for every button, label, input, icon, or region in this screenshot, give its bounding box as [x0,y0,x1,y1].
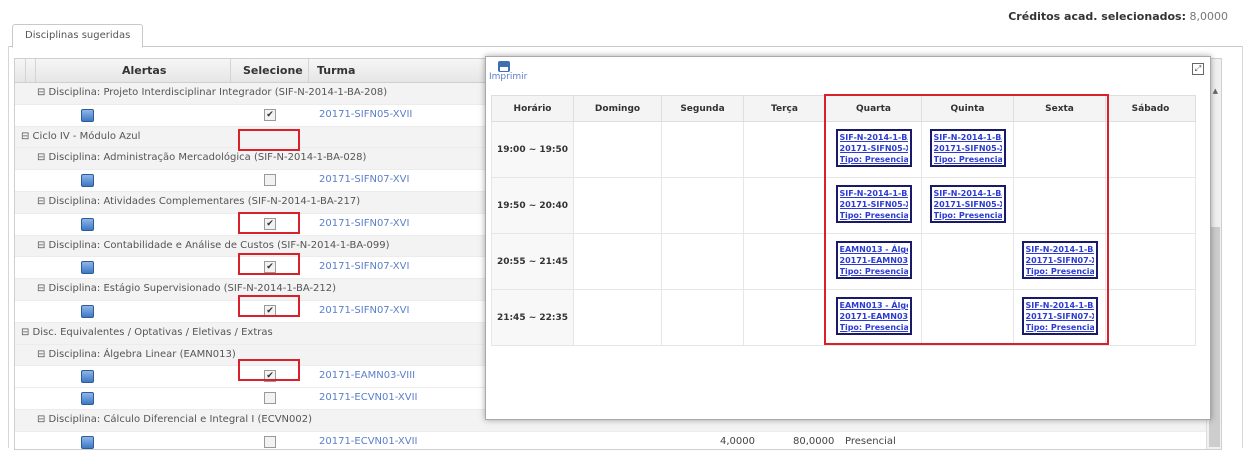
day-header: Horário [491,95,574,122]
group-label[interactable]: ⊟ Disciplina: Cálculo Diferencial e Inte… [37,410,312,430]
group-label[interactable]: ⊟ Disciplina: Álgebra Linear (EAMN013) [37,345,236,365]
schedule-cell [661,233,744,290]
row-creditos: 4,0000 [720,435,755,447]
group-label[interactable]: ⊟ Disciplina: Atividades Complementares … [37,192,360,212]
highlight-box [238,295,300,317]
group-label[interactable]: ⊟ Disciplina: Administração Mercadológic… [37,148,366,168]
time-slot: 20:55 ~ 21:45 [491,233,574,290]
tab-bar: Disciplinas sugeridas [8,22,1243,48]
schedule-cell [573,121,662,178]
schedule-popup: Imprimir ⤢ Horário Domingo Segunda Terça Qua… [485,56,1211,420]
header-turma[interactable]: Turma [317,59,355,82]
schedule-cell [743,233,826,290]
highlight-box [238,129,300,151]
info-icon[interactable] [81,392,94,406]
info-icon[interactable] [81,217,94,231]
print-button[interactable]: Imprimir [489,61,527,82]
schedule-cell [743,121,826,178]
turma-link[interactable]: 20171-SIFN05-XVII [319,105,412,125]
info-icon[interactable] [81,108,94,122]
turma-link[interactable]: 20171-ECVN01-XVII [319,388,417,408]
turma-link[interactable]: 20171-ECVN01-XVII [319,432,417,449]
day-header: Terça [743,95,826,122]
schedule-cell [573,177,662,234]
table-row: 20171-ECVN01-XVII 4,0000 80,0000 Presencial [15,432,1221,449]
turma-link[interactable]: 20171-SIFN07-XVI [319,301,409,321]
schedule-cell [661,121,744,178]
schedule-cell [1105,177,1196,234]
select-checkbox[interactable] [264,435,276,448]
highlight-box [824,94,1109,345]
maximize-icon[interactable]: ⤢ [1192,63,1204,75]
turma-link[interactable]: 20171-EAMN03-VIII [319,366,415,386]
schedule-cell [1105,233,1196,290]
highlight-box [238,359,300,381]
group-label[interactable]: ⊟ Ciclo IV - Módulo Azul [21,127,140,147]
time-slot: 19:50 ~ 20:40 [491,177,574,234]
scroll-up-icon[interactable]: ▲ [1213,87,1218,95]
turma-link[interactable]: 20171-SIFN07-XVI [319,257,409,277]
tab-disciplinas-sugeridas[interactable]: Disciplinas sugeridas [12,24,144,48]
turma-link[interactable]: 20171-SIFN07-XVI [319,170,409,190]
group-label[interactable]: ⊟ Disc. Equivalentes / Optativas / Eleti… [21,323,273,343]
schedule-cell [743,289,826,346]
info-icon[interactable] [81,304,94,318]
row-carga: 80,0000 [793,435,835,447]
select-checkbox[interactable]: ✔ [264,108,276,121]
schedule-cell [1105,289,1196,346]
schedule-cell [573,289,662,346]
day-header: Sábado [1105,95,1196,122]
highlight-box [238,212,300,234]
highlight-box [238,253,300,275]
schedule-cell [573,233,662,290]
schedule-cell [661,289,744,346]
schedule-cell [743,177,826,234]
info-icon[interactable] [81,261,94,275]
info-icon[interactable] [81,435,94,449]
select-checkbox[interactable] [264,392,276,405]
group-label[interactable]: ⊟ Disciplina: Contabilidade e Análise de… [37,236,390,256]
print-label[interactable]: Imprimir [489,72,527,82]
schedule-cell [1105,121,1196,178]
time-slot: 21:45 ~ 22:35 [491,289,574,346]
group-label[interactable]: ⊟ Disciplina: Projeto Interdisciplinar I… [37,83,387,103]
time-slot: 19:00 ~ 19:50 [491,121,574,178]
schedule-cell [661,177,744,234]
day-header: Segunda [661,95,744,122]
info-icon[interactable] [81,174,94,188]
info-icon[interactable] [81,370,94,384]
day-header: Domingo [573,95,662,122]
printer-icon [498,61,510,72]
header-selecione[interactable]: Selecione [243,59,303,82]
header-alertas[interactable]: Alertas [122,59,166,82]
select-checkbox[interactable] [264,174,276,187]
turma-link[interactable]: 20171-SIFN07-XVI [319,214,409,234]
row-modalidade: Presencial [845,435,896,447]
